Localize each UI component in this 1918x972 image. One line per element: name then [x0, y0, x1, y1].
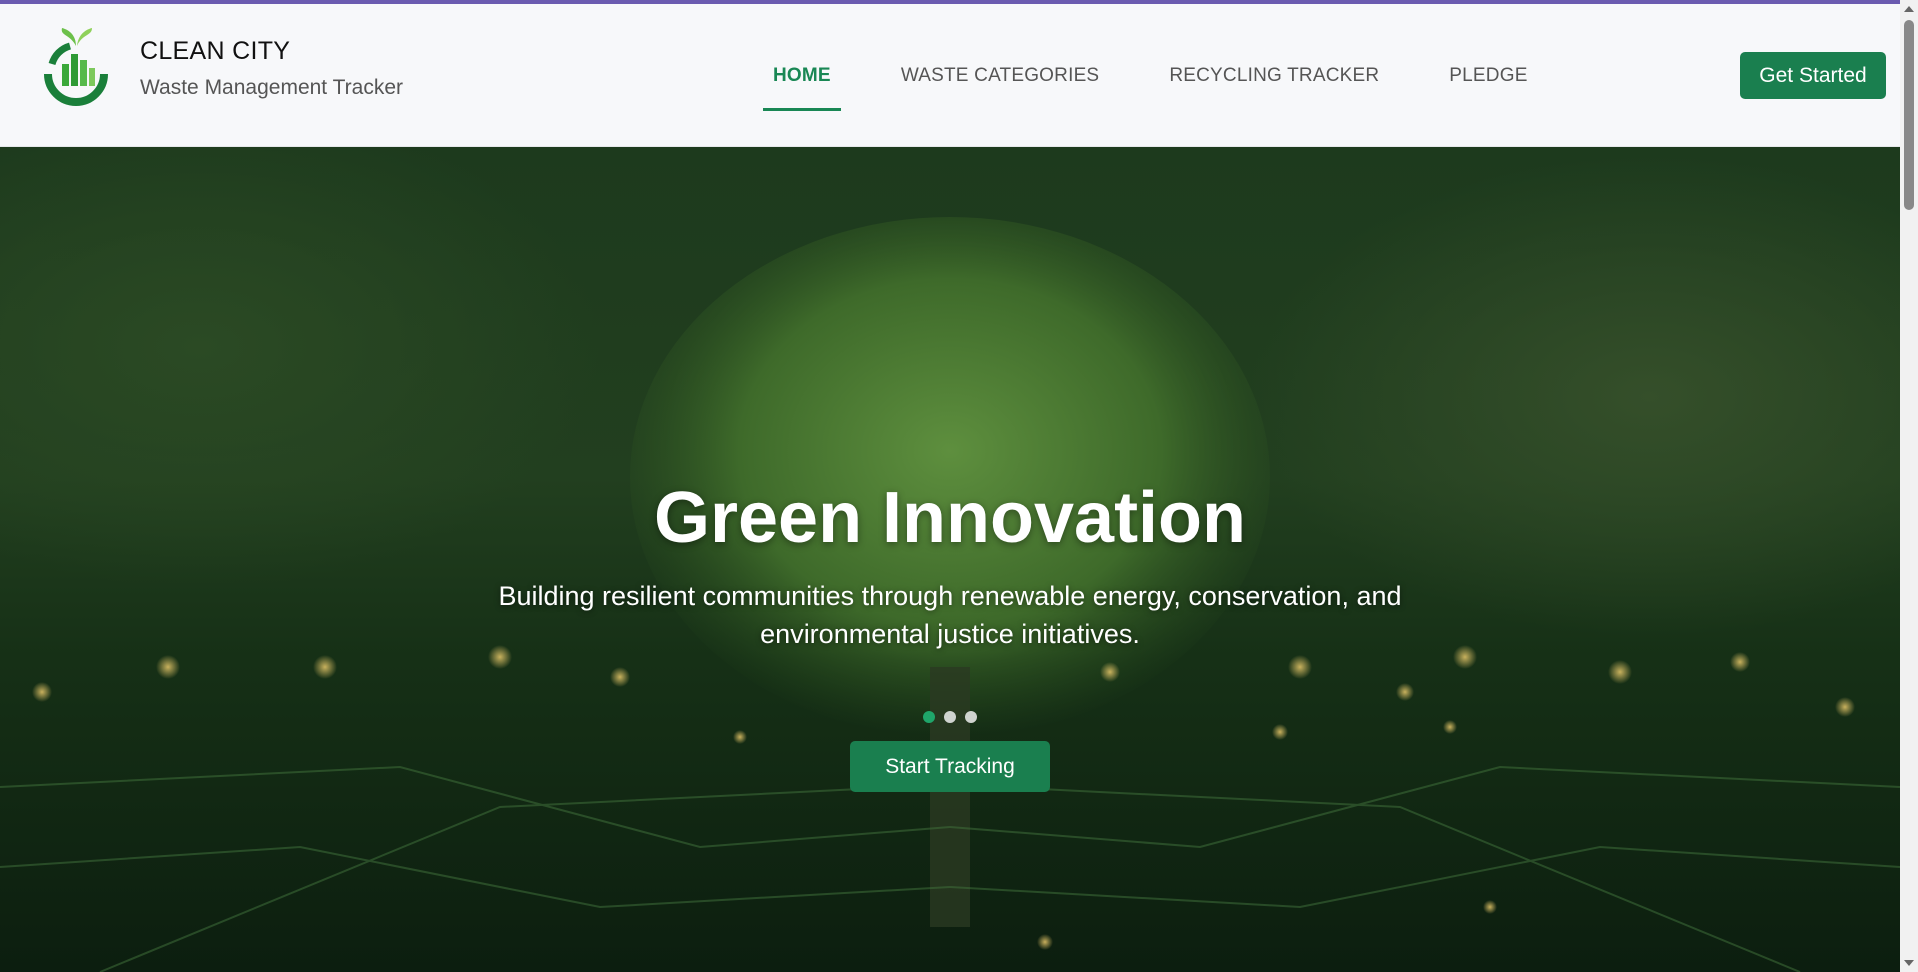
- hero-subtitle: Building resilient communities through r…: [498, 581, 1402, 649]
- nav-home[interactable]: HOME: [763, 53, 841, 111]
- site-header: CLEAN CITY Waste Management Tracker HOME…: [0, 4, 1900, 147]
- brand-title: CLEAN CITY: [140, 36, 291, 65]
- main-nav: HOME WASTE CATEGORIES RECYCLING TRACKER …: [763, 4, 1588, 147]
- nav-waste-categories[interactable]: WASTE CATEGORIES: [891, 53, 1110, 99]
- logo-icon: [44, 28, 108, 106]
- scroll-up-arrow-icon[interactable]: [1904, 6, 1914, 12]
- brand[interactable]: CLEAN CITY Waste Management Tracker: [40, 24, 403, 108]
- carousel-dot-2[interactable]: [944, 711, 956, 723]
- nav-pledge[interactable]: PLEDGE: [1439, 53, 1537, 99]
- scroll-thumb[interactable]: [1904, 20, 1914, 210]
- carousel-dot-1[interactable]: [923, 711, 935, 723]
- hero-banner: Green Innovation Building resilient comm…: [0, 147, 1900, 972]
- carousel-dot-3[interactable]: [965, 711, 977, 723]
- carousel-indicators: [923, 711, 977, 723]
- scroll-down-arrow-icon[interactable]: [1904, 960, 1914, 966]
- brand-subtitle: Waste Management Tracker: [140, 75, 403, 99]
- get-started-button[interactable]: Get Started: [1740, 52, 1886, 99]
- page-scrollbar[interactable]: [1900, 0, 1918, 972]
- nav-recycling-tracker[interactable]: RECYCLING TRACKER: [1159, 53, 1389, 99]
- start-tracking-button[interactable]: Start Tracking: [850, 741, 1050, 792]
- hero-title: Green Innovation: [653, 478, 1247, 558]
